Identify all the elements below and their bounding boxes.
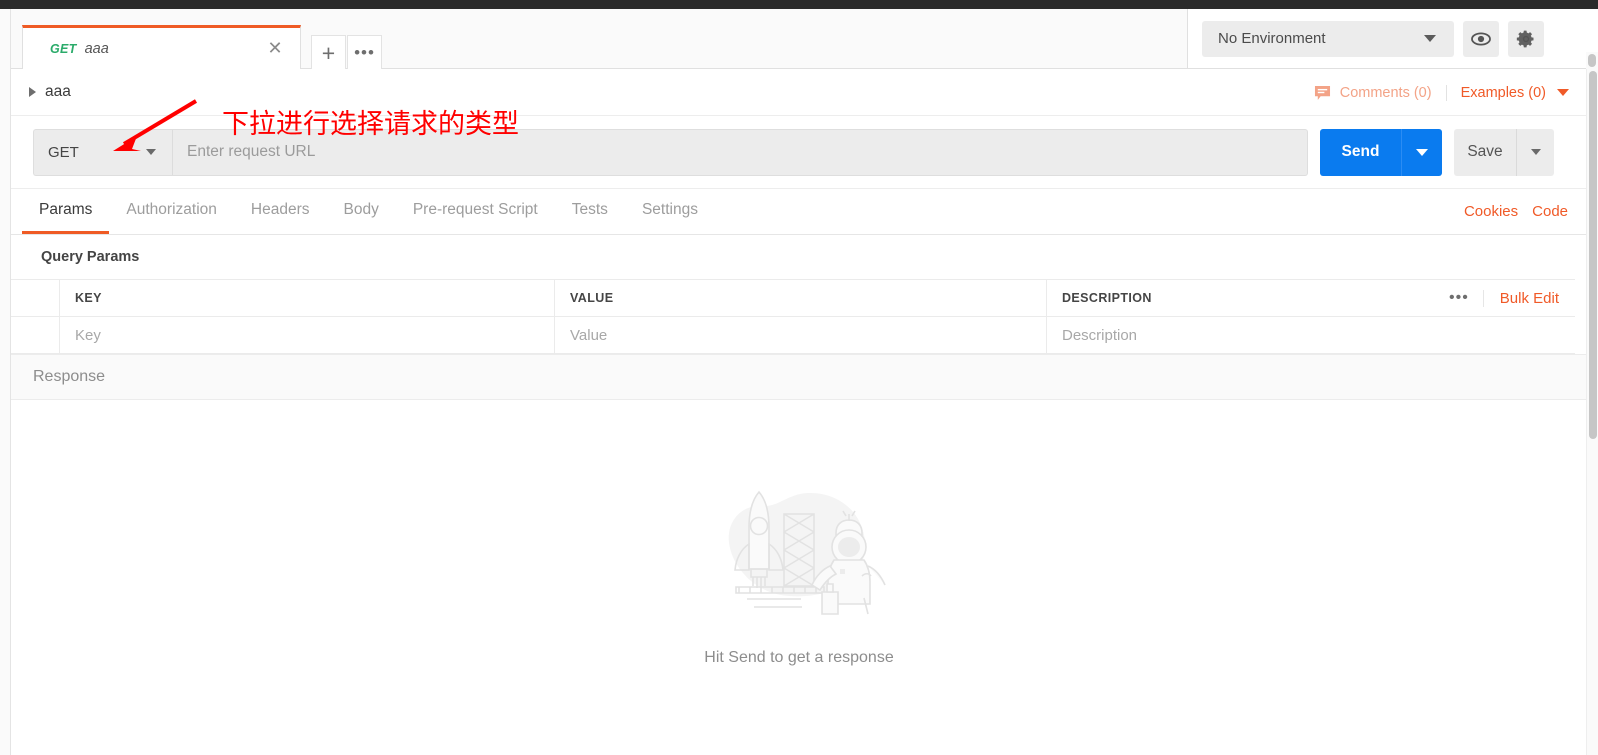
url-placeholder: Enter request URL (187, 143, 316, 160)
request-section-tabs: Params Authorization Headers Body Pre-re… (11, 189, 1587, 235)
chevron-down-icon (1424, 35, 1436, 42)
comment-icon (1314, 85, 1330, 100)
new-tab-button[interactable]: + (311, 35, 346, 70)
header-key-cell: KEY (60, 280, 555, 316)
tab-pre-request-script[interactable]: Pre-request Script (396, 189, 555, 234)
row-checkbox-cell[interactable] (11, 317, 60, 353)
row-key-cell[interactable]: Key (60, 317, 555, 353)
header-description-cell: DESCRIPTION ••• Bulk Edit (1047, 280, 1575, 316)
column-header-value: VALUE (570, 291, 614, 305)
chevron-down-icon (146, 149, 156, 155)
gear-icon (1516, 30, 1534, 47)
environment-quick-look-button[interactable] (1463, 20, 1499, 57)
header-value-cell: VALUE (555, 280, 1047, 316)
chevron-down-icon (1416, 148, 1428, 156)
table-row[interactable]: Key Value Description (11, 317, 1575, 354)
response-empty-state: Hit Send to get a response (11, 400, 1587, 737)
request-tab-strip: GET aaa ✕ + ••• (11, 9, 1187, 70)
tab-body[interactable]: Body (326, 189, 395, 234)
sidebar-edge (0, 9, 11, 755)
column-header-description: DESCRIPTION (1062, 291, 1152, 305)
save-button[interactable]: Save (1454, 128, 1516, 176)
ellipsis-icon[interactable]: ••• (1435, 289, 1483, 307)
tab-settings[interactable]: Settings (625, 189, 715, 234)
comments-button[interactable]: Comments (0) (1314, 84, 1447, 101)
query-params-title: Query Params (41, 249, 140, 265)
plus-icon: + (321, 39, 336, 66)
scrollbar-thumb[interactable] (1589, 71, 1597, 439)
breadcrumb-actions: Comments (0) Examples (0) (1314, 69, 1569, 116)
settings-button[interactable] (1508, 20, 1544, 57)
description-input-placeholder: Description (1062, 326, 1138, 344)
table-header-row: KEY VALUE DESCRIPTION ••• Bulk Edit (11, 280, 1575, 317)
send-options-button[interactable] (1401, 128, 1442, 176)
save-options-button[interactable] (1516, 128, 1554, 176)
rocket-launchpad-astronaut-illustration (728, 490, 886, 615)
tab-tests[interactable]: Tests (555, 189, 625, 234)
close-icon[interactable]: ✕ (264, 38, 286, 60)
bulk-edit-button[interactable]: Bulk Edit (1482, 289, 1575, 307)
tab-title-label: aaa (84, 40, 109, 57)
chevron-right-icon[interactable] (29, 87, 36, 97)
response-empty-caption: Hit Send to get a response (704, 649, 894, 666)
ellipsis-icon: ••• (354, 43, 375, 62)
annotation-text: 下拉进行选择请求的类型 (222, 109, 519, 140)
examples-label: Examples (0) (1460, 84, 1546, 101)
row-value-cell[interactable]: Value (555, 317, 1047, 353)
send-group: Send (1320, 128, 1442, 176)
tab-params[interactable]: Params (22, 189, 110, 234)
cookies-link[interactable]: Cookies (1464, 203, 1518, 220)
tab-authorization[interactable]: Authorization (109, 189, 233, 234)
response-header: Response (11, 354, 1587, 400)
table-actions: ••• Bulk Edit (1435, 280, 1575, 316)
environment-selector[interactable]: No Environment (1202, 20, 1454, 57)
value-input-placeholder: Value (570, 326, 608, 344)
http-method-label: GET (48, 143, 79, 161)
request-tabs-links: Cookies Code (1464, 189, 1568, 234)
chevron-down-icon (1557, 89, 1569, 96)
tab-options-button[interactable]: ••• (347, 35, 382, 70)
chevron-down-icon (1530, 149, 1541, 155)
tab-headers[interactable]: Headers (234, 189, 327, 234)
scrollbar-thumb[interactable] (1588, 54, 1596, 67)
tab-method-label: GET (50, 41, 77, 56)
save-group: Save (1454, 128, 1554, 176)
title-bar (0, 0, 1598, 9)
column-header-key: KEY (75, 291, 102, 305)
row-description-cell[interactable]: Description (1047, 317, 1575, 353)
eye-icon (1471, 32, 1491, 45)
environment-scrollbar[interactable] (1586, 52, 1598, 69)
environment-selected-label: No Environment (1218, 30, 1326, 47)
postman-window: GET aaa ✕ + ••• No Environment aaa Comme… (0, 0, 1598, 755)
comments-label: Comments (0) (1339, 84, 1432, 101)
examples-button[interactable]: Examples (0) (1447, 85, 1569, 101)
code-link[interactable]: Code (1532, 203, 1568, 220)
query-params-table: KEY VALUE DESCRIPTION ••• Bulk Edit Key (11, 279, 1575, 354)
request-builder: aaa Comments (0) Examples (0) GET Enter … (11, 69, 1587, 755)
send-button[interactable]: Send (1320, 128, 1401, 176)
request-name-label[interactable]: aaa (45, 83, 71, 101)
main-scrollbar[interactable] (1586, 69, 1598, 755)
http-method-selector[interactable]: GET (33, 128, 172, 176)
key-input-placeholder: Key (75, 326, 101, 344)
header-checkbox-cell (11, 280, 60, 316)
request-tab-aaa[interactable]: GET aaa ✕ (22, 25, 301, 69)
environment-zone: No Environment (1187, 9, 1598, 69)
